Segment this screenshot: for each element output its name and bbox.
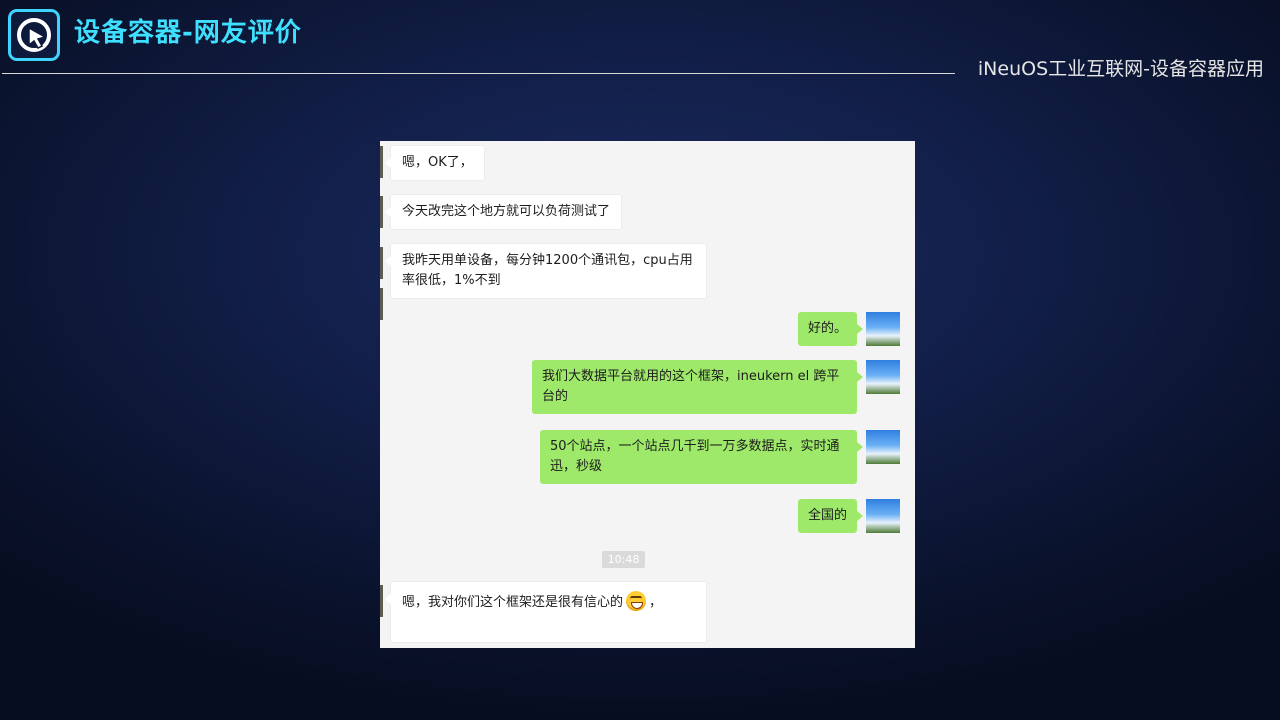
outgoing-message[interactable]: 50个站点，一个站点几千到一万多数据点，实时通迅，秒级 bbox=[540, 430, 863, 484]
incoming-message[interactable]: 我昨天用单设备，每分钟1200个通讯包，cpu占用率很低，1%不到 bbox=[385, 243, 707, 299]
page-subtitle: iNeuOS工业互联网-设备容器应用 bbox=[977, 58, 1264, 80]
chat-panel[interactable]: 嗯，OK了， 今天改完这个地方就可以负荷测试了 我昨天用单设备，每分钟1200个… bbox=[380, 141, 915, 648]
outgoing-message[interactable]: 我们大数据平台就用的这个框架，ineukern el 跨平台的 bbox=[532, 360, 863, 414]
message-text: 50个站点，一个站点几千到一万多数据点，实时通迅，秒级 bbox=[550, 439, 840, 474]
contact-avatar-edge bbox=[380, 585, 383, 617]
cursor-pointer-icon bbox=[17, 18, 51, 52]
user-avatar[interactable] bbox=[866, 499, 900, 533]
message-text: 全国的 bbox=[807, 508, 847, 523]
user-avatar[interactable] bbox=[866, 430, 900, 464]
contact-avatar-edge bbox=[380, 196, 383, 228]
message-text: 嗯，OK了， bbox=[402, 155, 473, 170]
contact-avatar-edge bbox=[380, 247, 383, 279]
incoming-message[interactable]: 嗯，OK了， bbox=[385, 145, 485, 181]
message-text: 嗯，我对你们这个框架还是很有信心的 bbox=[402, 595, 624, 610]
message-text: 我昨天用单设备，每分钟1200个通讯包，cpu占用率很低，1%不到 bbox=[402, 253, 693, 288]
message-text: 好的。 bbox=[807, 321, 847, 336]
user-avatar[interactable] bbox=[866, 360, 900, 394]
contact-avatar-edge bbox=[380, 146, 383, 178]
contact-avatar-edge bbox=[380, 288, 383, 320]
outgoing-message[interactable]: 好的。 bbox=[797, 312, 864, 346]
grinning-face-icon bbox=[626, 591, 647, 611]
incoming-message[interactable]: 嗯，我对你们这个框架还是很有信心的 ， bbox=[385, 581, 707, 643]
message-text: 今天改完这个地方就可以负荷测试了 bbox=[402, 204, 611, 219]
message-text: 我们大数据平台就用的这个框架，ineukern el 跨平台的 bbox=[542, 369, 840, 404]
page-title: 设备容器-网友评价 bbox=[74, 18, 302, 48]
incoming-message[interactable]: 今天改完这个地方就可以负荷测试了 bbox=[384, 194, 623, 230]
user-avatar[interactable] bbox=[866, 312, 900, 346]
message-suffix: ， bbox=[649, 595, 663, 610]
header-divider bbox=[2, 73, 955, 74]
outgoing-message[interactable]: 全国的 bbox=[797, 499, 864, 533]
message-timestamp: 10:48 bbox=[602, 551, 645, 568]
app-logo bbox=[8, 9, 60, 61]
